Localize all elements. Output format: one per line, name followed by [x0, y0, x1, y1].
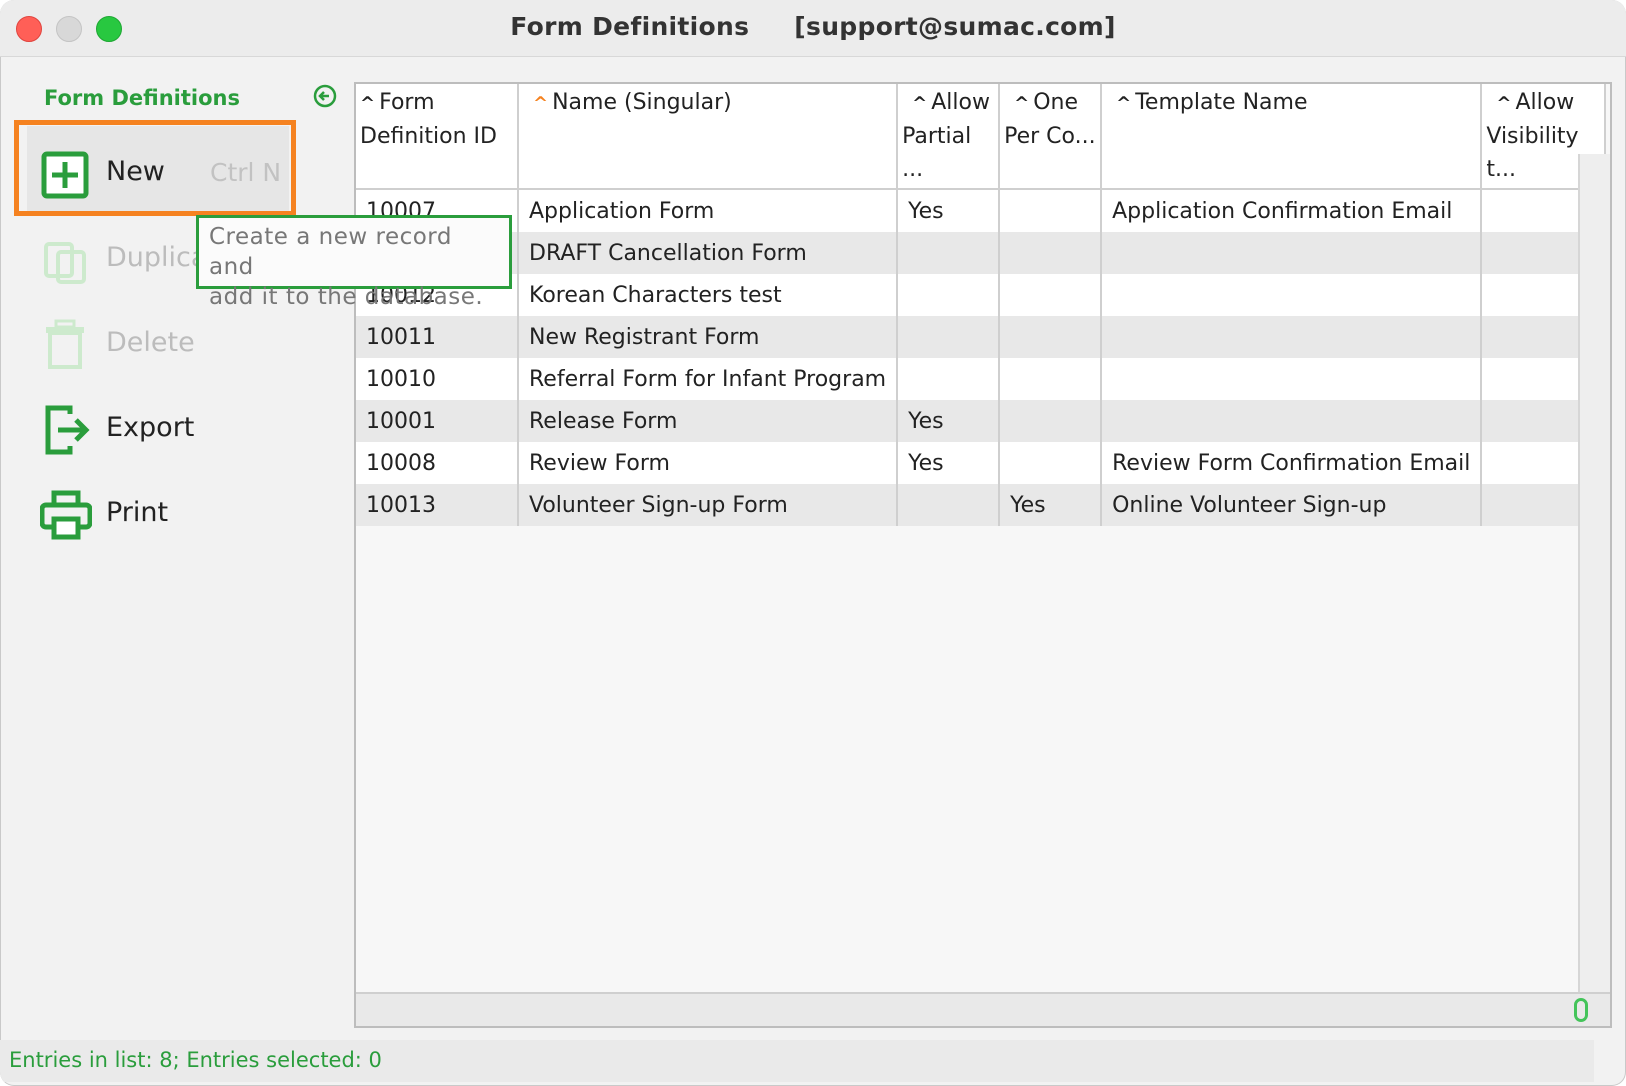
table-cell: DRAFT Cancellation Form — [518, 232, 899, 274]
duplicate-icon — [44, 242, 86, 284]
new-button-tooltip: Create a new record and add it to the da… — [196, 215, 512, 310]
export-button[interactable]: Export — [40, 398, 300, 458]
table-cell: Application Form — [518, 189, 899, 232]
table-row[interactable]: 10014DRAFT Cancellation Form — [356, 232, 1607, 274]
table-cell — [897, 316, 1001, 358]
table-cell: 10013 — [356, 484, 519, 526]
export-button-label: Export — [106, 412, 195, 443]
header-line1: Allow — [1515, 90, 1575, 115]
duplicate-button-label: Duplica — [106, 242, 208, 273]
table-cell — [1101, 358, 1483, 400]
header-line2: Per Co... — [1004, 124, 1096, 149]
table-cell — [1101, 316, 1483, 358]
header-line2: Partial ... — [902, 124, 972, 182]
header-line1: Form — [379, 90, 435, 115]
table-cell: Volunteer Sign-up Form — [518, 484, 899, 526]
table-cell — [1101, 232, 1483, 274]
window-title: Form Definitions [support@sumac.com] — [510, 12, 1116, 41]
table-cell — [999, 232, 1103, 274]
table-cell: Online Volunteer Sign-up — [1101, 484, 1483, 526]
table-cell — [897, 358, 1001, 400]
vertical-scrollbar[interactable] — [1578, 154, 1610, 994]
table-cell — [897, 274, 1001, 316]
table-cell: Korean Characters test — [518, 274, 899, 316]
column-header-name[interactable]: ^ Name (Singular) — [518, 84, 899, 190]
sort-arrow-icon: ^ — [912, 93, 928, 114]
table-cell: Yes — [897, 442, 1001, 484]
table-row[interactable]: 10010 Referral Form for Infant Program — [356, 358, 1607, 400]
header-line2: Visibility t... — [1486, 124, 1579, 182]
status-text: Entries in list: 8; Entries selected: 0 — [9, 1048, 382, 1072]
table-row[interactable]: 10012 Korean Characters test — [356, 274, 1607, 316]
column-header-template-name[interactable]: ^ Template Name — [1101, 84, 1483, 190]
status-bar: Entries in list: 8; Entries selected: 0 — [0, 1040, 1594, 1082]
form-definitions-table[interactable]: ^ Form Definition ID ^ Name (Singular) ^ All… — [354, 82, 1612, 1028]
table-cell: Review Form — [518, 442, 899, 484]
table-cell: Referral Form for Infant Program — [518, 358, 899, 400]
table-cell — [897, 232, 1001, 274]
table-cell — [999, 400, 1103, 442]
table-cell: 10011 — [356, 316, 519, 358]
table-row[interactable]: 10008 Review Form Yes Review Form Confirmat… — [356, 442, 1607, 484]
table-cell: Yes — [897, 400, 1001, 442]
sync-indicator-icon — [1574, 998, 1588, 1022]
print-button-label: Print — [106, 497, 169, 528]
print-button[interactable]: Print — [40, 483, 300, 543]
horizontal-scrollbar[interactable] — [356, 992, 1610, 1026]
table-cell — [999, 274, 1103, 316]
sort-arrow-icon: ^ — [1116, 93, 1132, 114]
sort-arrow-icon: ^ — [1014, 93, 1030, 114]
delete-button-label: Delete — [106, 327, 195, 358]
tooltip-line: Create a new record and — [209, 224, 452, 280]
sidebar-title: Form Definitions — [44, 86, 240, 110]
header-line1: Template Name — [1135, 90, 1308, 115]
delete-button[interactable]: Delete — [40, 313, 300, 373]
sort-arrow-icon: ^ — [1496, 93, 1512, 114]
trash-icon — [46, 319, 84, 369]
table-cell — [897, 484, 1001, 526]
table-cell: Yes — [897, 189, 1001, 232]
header-line1: Name (Singular) — [552, 90, 732, 115]
table-cell: 10010 — [356, 358, 519, 400]
table-cell: Yes — [999, 484, 1103, 526]
header-line1: Allow — [931, 90, 990, 115]
table-cell — [999, 358, 1103, 400]
export-icon — [45, 405, 90, 455]
table-cell: New Registrant Form — [518, 316, 899, 358]
tooltip-line: add it to the database. — [209, 284, 484, 310]
app-window: Form Definitions [support@sumac.com] For… — [0, 0, 1626, 1086]
new-button-highlight — [14, 120, 296, 216]
table-row[interactable]: 10001 Release Form Yes — [356, 400, 1607, 442]
table-cell — [999, 316, 1103, 358]
table-cell — [999, 189, 1103, 232]
table-cell — [1101, 400, 1483, 442]
header-line2: Definition ID — [360, 124, 497, 149]
column-header-one-per-contact[interactable]: ^ One Per Co... — [999, 84, 1103, 190]
table-row[interactable]: 10007 Application Form Yes Application Conf… — [356, 189, 1607, 232]
table-cell — [1101, 274, 1483, 316]
table-cell: 10001 — [356, 400, 519, 442]
collapse-sidebar-icon[interactable] — [313, 84, 337, 108]
header-line1: One — [1033, 90, 1078, 115]
title-bar: Form Definitions [support@sumac.com] — [0, 0, 1626, 57]
sort-arrow-active-icon: ^ — [533, 93, 549, 114]
printer-icon — [40, 490, 92, 540]
sort-arrow-icon: ^ — [360, 93, 376, 114]
table-row[interactable]: 10013 Volunteer Sign-up Form Yes Online Vol… — [356, 484, 1607, 526]
table-cell: Application Confirmation Email — [1101, 189, 1483, 232]
column-header-form-definition-id[interactable]: ^ Form Definition ID — [356, 84, 519, 190]
table-cell: Review Form Confirmation Email — [1101, 442, 1483, 484]
table-row[interactable]: 10011 New Registrant Form — [356, 316, 1607, 358]
table-cell: Release Form — [518, 400, 899, 442]
table-cell: 10008 — [356, 442, 519, 484]
column-header-allow-partial[interactable]: ^ Allow Partial ... — [897, 84, 1001, 190]
table-cell — [999, 442, 1103, 484]
